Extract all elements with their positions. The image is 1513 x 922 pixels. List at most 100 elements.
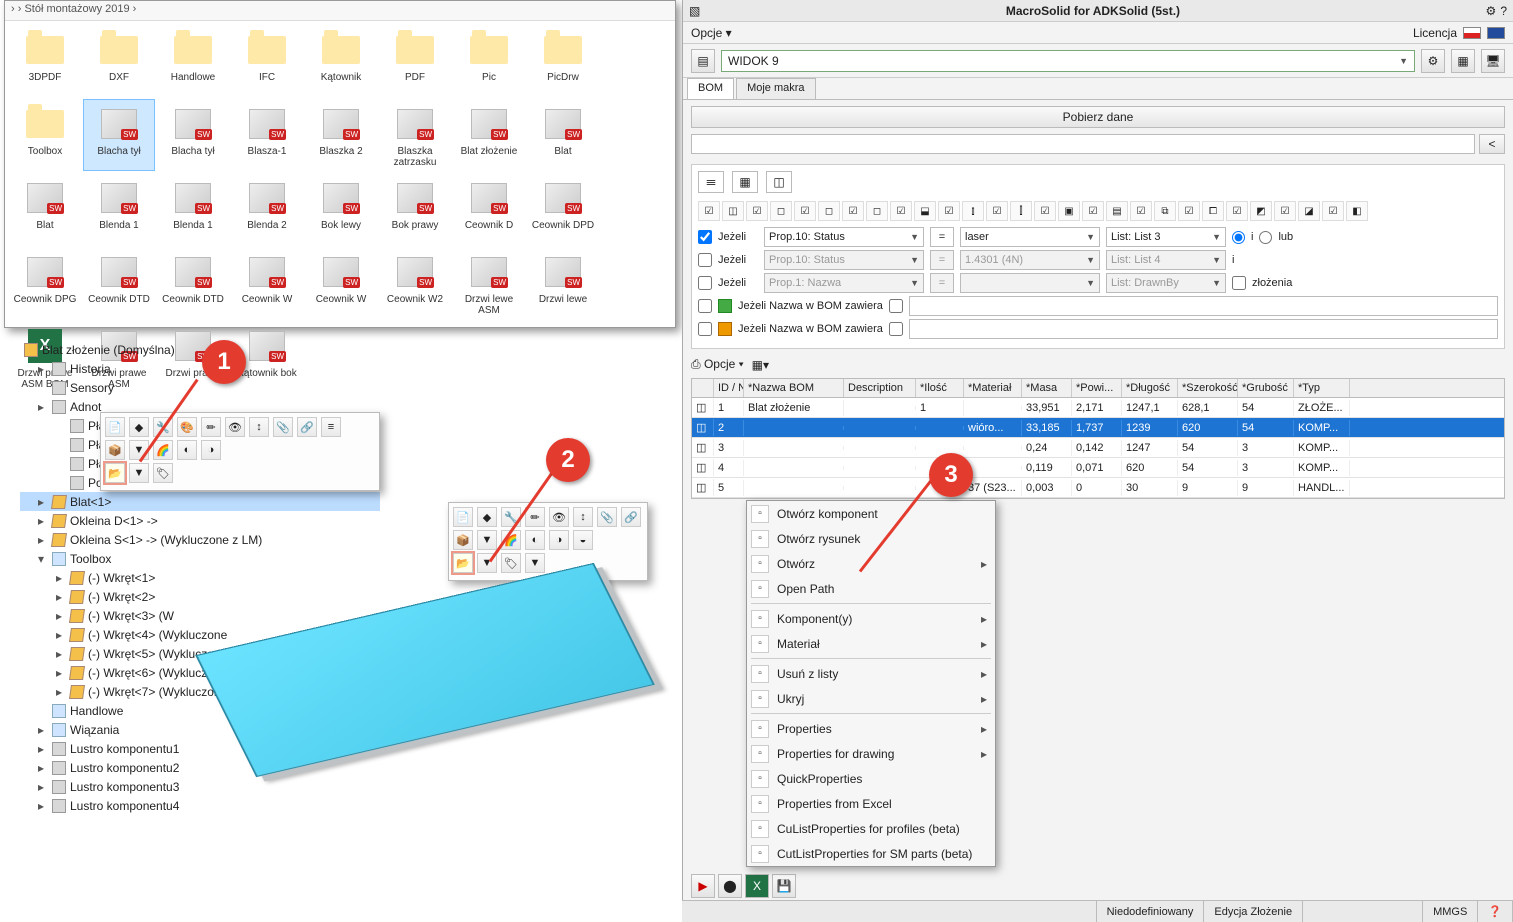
expand-icon[interactable]: ▸	[56, 590, 66, 604]
filter-type-icon[interactable]: ☑	[698, 201, 720, 221]
expand-icon[interactable]: ▸	[56, 609, 66, 623]
flag-pl-icon[interactable]	[1463, 27, 1481, 39]
file-item[interactable]: Blenda 1	[157, 173, 229, 245]
menu-item[interactable]: ▫Ukryj▸	[747, 686, 995, 711]
expand-icon[interactable]: ▸	[56, 628, 66, 642]
nazwa-bom-input-1[interactable]	[909, 296, 1498, 316]
val-combo-1[interactable]: laser▼	[960, 227, 1100, 247]
filter-type-icon[interactable]: ☑	[1130, 201, 1152, 221]
search-back-button[interactable]: <	[1479, 134, 1505, 154]
filter-type-icon[interactable]: ☑	[1082, 201, 1104, 221]
file-item[interactable]: Ceownik DTD	[157, 247, 229, 319]
tree-item[interactable]: Sensory	[20, 378, 380, 397]
excel-icon[interactable]: X	[745, 874, 769, 898]
filter-check-2[interactable]	[698, 253, 712, 267]
filter-type-icon[interactable]: ⧉	[1154, 201, 1176, 221]
radio-i[interactable]	[1232, 231, 1245, 244]
file-item[interactable]: Bok prawy	[379, 173, 451, 245]
filter-tab[interactable]: ◫	[766, 171, 792, 193]
zlozenia-check[interactable]	[1232, 276, 1246, 290]
tree-root[interactable]: Blat złożenie (Domyślna)	[20, 340, 380, 359]
status-units[interactable]: MMGS	[1423, 901, 1478, 922]
pobierz-dane-button[interactable]: Pobierz dane	[691, 106, 1505, 128]
settings-icon[interactable]: ⚙	[1486, 4, 1497, 18]
file-item[interactable]: 3DPDF	[9, 25, 81, 97]
filter-type-icon[interactable]: ◩	[1250, 201, 1272, 221]
tb-btn[interactable]: ≡	[321, 417, 341, 437]
menu-item[interactable]: ▫Properties for drawing▸	[747, 741, 995, 766]
file-item[interactable]: Handlowe	[157, 25, 229, 97]
file-item[interactable]: PicDrw	[527, 25, 599, 97]
expand-icon[interactable]: ▸	[56, 666, 66, 680]
file-item[interactable]: Drzwi lewe	[527, 247, 599, 319]
filter-type-icon[interactable]: ▤	[1106, 201, 1128, 221]
view-config-button[interactable]: ▤	[691, 49, 715, 73]
expand-icon[interactable]: ▸	[56, 571, 66, 585]
col-szerokosc[interactable]: *Szerokość	[1178, 379, 1238, 397]
col-masa[interactable]: *Masa	[1022, 379, 1072, 397]
expand-icon[interactable]: ▸	[38, 761, 48, 775]
filter-type-icon[interactable]: ⧠	[1202, 201, 1224, 221]
file-item[interactable]: Blasza-1	[231, 99, 303, 171]
file-item[interactable]: Blat	[527, 99, 599, 171]
file-item[interactable]: Blaszka zatrzasku	[379, 99, 451, 171]
filter-type-icon[interactable]: ☑	[938, 201, 960, 221]
expand-icon[interactable]: ▸	[38, 514, 48, 528]
expand-icon[interactable]: ▸	[56, 647, 66, 661]
filter-type-icon[interactable]: ☑	[842, 201, 864, 221]
menu-item[interactable]: ▫Properties from Excel	[747, 791, 995, 816]
file-item[interactable]: PDF	[379, 25, 451, 97]
tb-btn[interactable]: ▼	[129, 463, 149, 483]
radio-lub[interactable]	[1259, 231, 1272, 244]
file-item[interactable]: Kątownik	[305, 25, 377, 97]
tb-btn[interactable]: 🎨	[177, 417, 197, 437]
filter-type-icon[interactable]: ☑	[890, 201, 912, 221]
breadcrumb[interactable]: › › Stół montażowy 2019 ›	[5, 1, 675, 21]
expand-icon[interactable]: ▸	[38, 780, 48, 794]
filter-type-icon[interactable]: ◻	[770, 201, 792, 221]
filter-type-icon[interactable]: ☑	[1226, 201, 1248, 221]
file-item[interactable]: Toolbox	[9, 99, 81, 171]
file-item[interactable]: DXF	[83, 25, 155, 97]
file-item[interactable]: Bok lewy	[305, 173, 377, 245]
col-dlugosc[interactable]: *Długość	[1122, 379, 1178, 397]
file-item[interactable]: Ceownik W	[231, 247, 303, 319]
rec-icon[interactable]: ⬤	[718, 874, 742, 898]
file-item[interactable]: Drzwi lewe ASM	[453, 247, 525, 319]
tb-btn[interactable]: 📄	[105, 417, 125, 437]
table-row[interactable]: ◫30,240,1421247543KOMP...	[692, 438, 1504, 458]
tb-btn[interactable]: ◆	[129, 417, 149, 437]
filter-type-icon[interactable]: ⫿	[1010, 201, 1032, 221]
help-icon[interactable]: ?	[1500, 4, 1507, 18]
menu-item[interactable]: ▫Otwórz komponent	[747, 501, 995, 526]
filter-type-icon[interactable]: ☑	[1034, 201, 1056, 221]
table-row[interactable]: ◫1Blat złożenie133,9512,1711247,1628,154…	[692, 398, 1504, 418]
tb-btn[interactable]: 📎	[273, 417, 293, 437]
col-typ[interactable]: *Typ	[1294, 379, 1350, 397]
expand-icon[interactable]: ▸	[38, 723, 48, 737]
file-item[interactable]: Ceownik W2	[379, 247, 451, 319]
prop-combo-3[interactable]: Prop.1: Nazwa▼	[764, 273, 924, 293]
file-item[interactable]: Ceownik D	[453, 173, 525, 245]
col-grubosc[interactable]: *Grubość	[1238, 379, 1294, 397]
tb-btn[interactable]: 👁	[225, 417, 245, 437]
op-combo-1[interactable]: =	[930, 227, 954, 247]
menu-item[interactable]: ▫Komponent(y)▸	[747, 606, 995, 631]
filter-type-icon[interactable]: ◻	[866, 201, 888, 221]
filter-type-icon[interactable]: ◪	[1298, 201, 1320, 221]
filter-type-icon[interactable]: ☑	[1322, 201, 1344, 221]
col-ilosc[interactable]: *Ilość	[916, 379, 964, 397]
model-viewport[interactable]	[170, 500, 690, 840]
status-help-icon[interactable]: ❓	[1478, 901, 1513, 922]
tb-btn[interactable]: 🔗	[297, 417, 317, 437]
expand-icon[interactable]: ▸	[38, 533, 48, 547]
tab-bom[interactable]: BOM	[687, 78, 734, 99]
file-item[interactable]: Blat złożenie	[453, 99, 525, 171]
expand-icon[interactable]: ▾	[38, 552, 48, 566]
flag-uk-icon[interactable]	[1487, 27, 1505, 39]
col-desc[interactable]: Description	[844, 379, 916, 397]
monitor-button[interactable]: 🖥	[1481, 49, 1505, 73]
filter-type-icon[interactable]: ⬓	[914, 201, 936, 221]
file-item[interactable]: IFC	[231, 25, 303, 97]
menu-item[interactable]: ▫Materiał▸	[747, 631, 995, 656]
